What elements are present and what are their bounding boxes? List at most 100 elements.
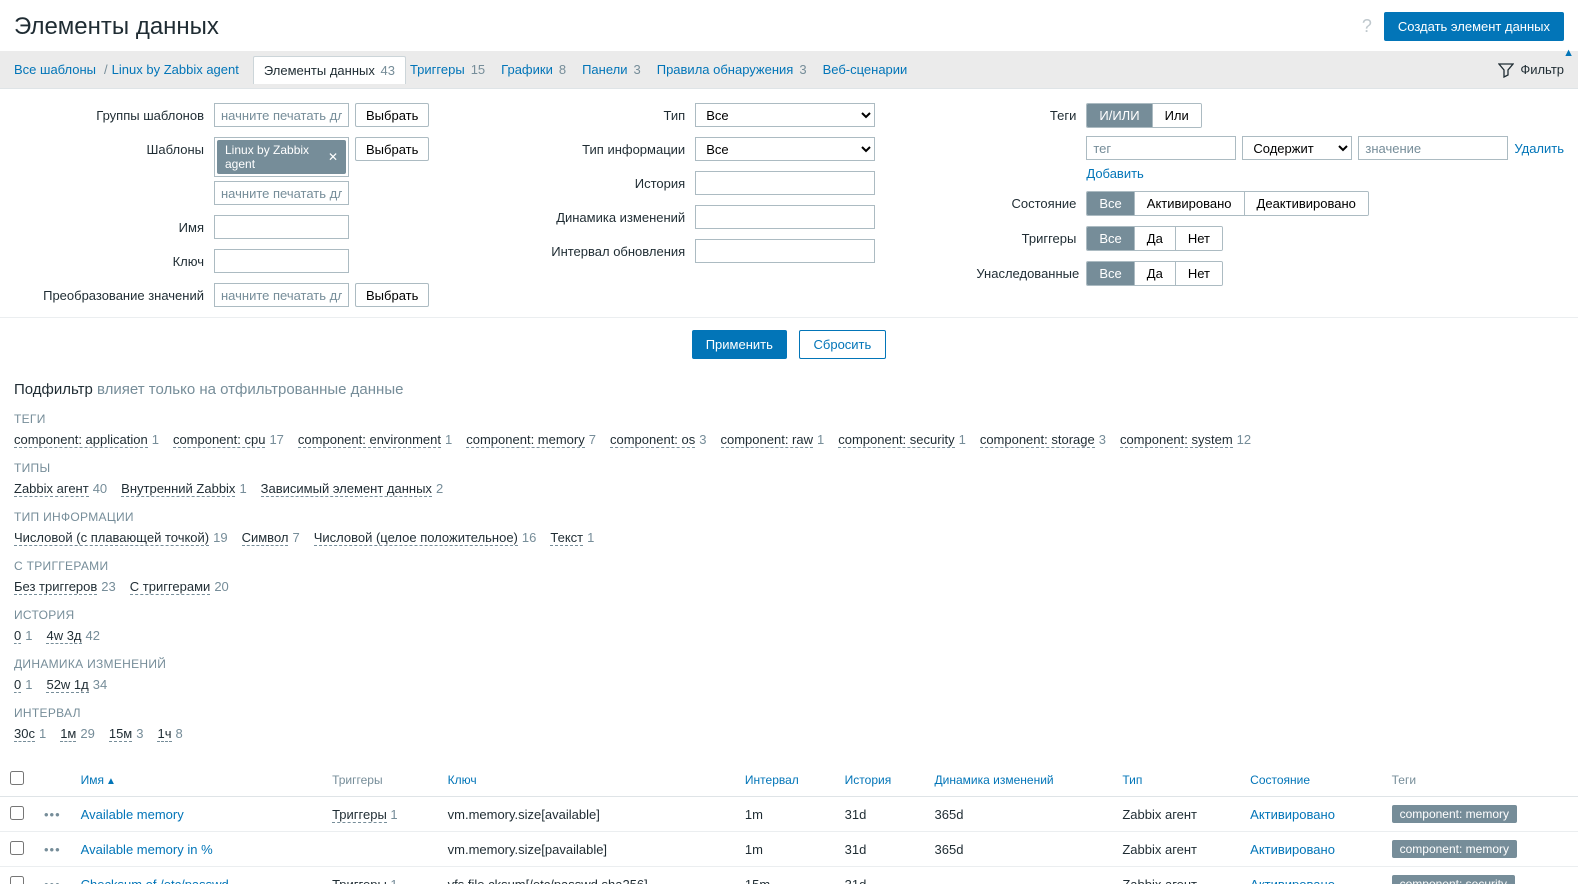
reset-button[interactable]: Сбросить [799, 330, 887, 359]
subfilter-item[interactable]: Внутренний Zabbix [121, 481, 235, 497]
tab-graphs[interactable]: Графики [501, 62, 553, 77]
subfilter-item[interactable]: Зависимый элемент данных [261, 481, 432, 497]
subfilter-item[interactable]: 1м [60, 726, 76, 742]
close-icon[interactable]: ✕ [328, 150, 338, 164]
tag-badge[interactable]: component: memory [1392, 840, 1517, 858]
subfilter-item[interactable]: component: raw [721, 432, 814, 448]
tag-or-button[interactable]: Или [1153, 104, 1201, 127]
subfilter-item[interactable]: component: memory [466, 432, 585, 448]
status-link[interactable]: Активировано [1250, 877, 1335, 884]
tab-web[interactable]: Веб-сценарии [823, 62, 908, 77]
col-name[interactable]: Имя▲ [71, 763, 322, 797]
col-type[interactable]: Тип [1112, 763, 1240, 797]
triggers-link[interactable]: Триггеры [332, 807, 387, 823]
col-history[interactable]: История [835, 763, 925, 797]
subfilter: Подфильтр влияет только на отфильтрованн… [0, 373, 1578, 749]
table-row: ••• Checksum of /etc/passwd Триггеры 1 v… [0, 867, 1578, 884]
tab-dashboards[interactable]: Панели [582, 62, 627, 77]
table-row: ••• Available memory Триггеры 1 vm.memor… [0, 797, 1578, 832]
templates-input[interactable] [214, 181, 349, 205]
tab-items[interactable]: Элементы данных 43 [253, 56, 406, 84]
table-row: ••• Available memory in % vm.memory.size… [0, 832, 1578, 867]
inherited-segment: ВсеДаНет [1086, 261, 1223, 286]
filter-toggle[interactable]: Фильтр [1498, 62, 1564, 78]
host-groups-select[interactable]: Выбрать [355, 103, 429, 127]
row-menu-icon[interactable]: ••• [44, 842, 61, 857]
apply-button[interactable]: Применить [692, 330, 787, 359]
col-tags: Теги [1382, 763, 1578, 797]
name-input[interactable] [214, 215, 349, 239]
subfilter-item[interactable]: component: system [1120, 432, 1233, 448]
page-header: Элементы данных ? Создать элемент данных [0, 0, 1578, 51]
valuemap-select[interactable]: Выбрать [355, 283, 429, 307]
filter-icon [1498, 62, 1514, 78]
tag-mode-segment: И/ИЛИИли [1086, 103, 1201, 128]
create-item-button[interactable]: Создать элемент данных [1384, 12, 1564, 41]
type-select[interactable]: Все [695, 103, 875, 127]
subfilter-item[interactable]: Числовой (с плавающей точкой) [14, 530, 209, 546]
collapse-icon[interactable]: ▲ [1563, 47, 1574, 59]
help-icon[interactable]: ? [1362, 16, 1372, 37]
subfilter-item[interactable]: 15м [109, 726, 132, 742]
trends-input[interactable] [695, 205, 875, 229]
subfilter-item[interactable]: 4w 3д [46, 628, 81, 644]
subfilter-item[interactable]: component: os [610, 432, 695, 448]
triggers-link[interactable]: Триггеры [332, 877, 387, 884]
col-trends[interactable]: Динамика изменений [925, 763, 1113, 797]
item-name-link[interactable]: Checksum of /etc/passwd [81, 877, 229, 884]
tag-name-input[interactable] [1086, 136, 1236, 160]
infotype-select[interactable]: Все [695, 137, 875, 161]
subfilter-item[interactable]: component: storage [980, 432, 1095, 448]
row-checkbox[interactable] [10, 841, 24, 855]
col-key[interactable]: Ключ [438, 763, 735, 797]
tag-delete-link[interactable]: Удалить [1514, 141, 1564, 156]
breadcrumb-all-templates[interactable]: Все шаблоны [14, 62, 96, 77]
key-input[interactable] [214, 249, 349, 273]
history-input[interactable] [695, 171, 875, 195]
col-triggers: Триггеры [322, 763, 438, 797]
subfilter-item[interactable]: Без триггеров [14, 579, 97, 595]
subfilter-item[interactable]: component: environment [298, 432, 441, 448]
subfilter-item[interactable]: Текст [550, 530, 583, 546]
tab-triggers[interactable]: Триггеры [410, 62, 465, 77]
status-link[interactable]: Активировано [1250, 842, 1335, 857]
breadcrumb-template[interactable]: Linux by Zabbix agent [112, 62, 239, 77]
state-segment: ВсеАктивированоДеактивировано [1086, 191, 1369, 216]
col-state[interactable]: Состояние [1240, 763, 1381, 797]
tag-value-input[interactable] [1358, 136, 1508, 160]
filter-actions: Применить Сбросить [0, 318, 1578, 373]
interval-input[interactable] [695, 239, 875, 263]
row-checkbox[interactable] [10, 876, 24, 884]
row-menu-icon[interactable]: ••• [44, 877, 61, 884]
subfilter-item[interactable]: component: cpu [173, 432, 266, 448]
status-link[interactable]: Активировано [1250, 807, 1335, 822]
tag-add-link[interactable]: Добавить [1086, 166, 1143, 181]
subfilter-item[interactable]: 30с [14, 726, 35, 742]
page-title: Элементы данных [14, 13, 219, 41]
select-all-checkbox[interactable] [10, 771, 24, 785]
template-chip[interactable]: Linux by Zabbix agent✕ [217, 140, 346, 174]
tag-andor-button[interactable]: И/ИЛИ [1087, 104, 1152, 127]
subfilter-item[interactable]: 1ч [157, 726, 171, 742]
host-groups-input[interactable] [214, 103, 349, 127]
row-checkbox[interactable] [10, 806, 24, 820]
subfilter-item[interactable]: 52w 1д [46, 677, 88, 693]
item-name-link[interactable]: Available memory [81, 807, 184, 822]
subfilter-item[interactable]: 0 [14, 628, 21, 644]
templates-select[interactable]: Выбрать [355, 137, 429, 161]
row-menu-icon[interactable]: ••• [44, 807, 61, 822]
subfilter-item[interactable]: С триггерами [130, 579, 211, 595]
tag-badge[interactable]: component: memory [1392, 805, 1517, 823]
subfilter-item[interactable]: Символ [242, 530, 289, 546]
tag-op-select[interactable]: Содержит [1242, 136, 1352, 160]
valuemap-input[interactable] [214, 283, 349, 307]
subfilter-item[interactable]: component: security [838, 432, 954, 448]
col-interval[interactable]: Интервал [735, 763, 835, 797]
tab-discovery[interactable]: Правила обнаружения [657, 62, 794, 77]
subfilter-item[interactable]: 0 [14, 677, 21, 693]
subfilter-item[interactable]: Числовой (целое положительное) [314, 530, 518, 546]
subfilter-item[interactable]: Zabbix агент [14, 481, 89, 497]
tag-badge[interactable]: component: security [1392, 875, 1515, 884]
item-name-link[interactable]: Available memory in % [81, 842, 213, 857]
subfilter-item[interactable]: component: application [14, 432, 148, 448]
